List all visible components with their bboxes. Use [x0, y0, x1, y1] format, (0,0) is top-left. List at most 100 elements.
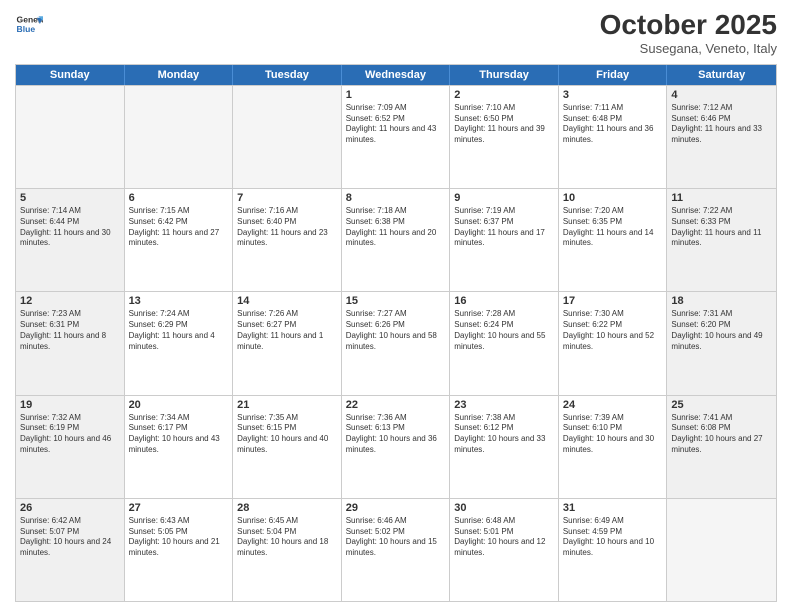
calendar-cell: 31 Sunrise: 6:49 AM Sunset: 4:59 PM Dayli…: [559, 499, 668, 601]
day-number: 31: [563, 502, 663, 514]
location-subtitle: Susegana, Veneto, Italy: [600, 41, 777, 56]
svg-text:Blue: Blue: [17, 24, 36, 34]
calendar-cell: 12Sunrise: 7:23 AM Sunset: 6:31 PM Dayli…: [16, 292, 125, 394]
calendar-row: 1Sunrise: 7:09 AM Sunset: 6:52 PM Daylig…: [16, 85, 776, 188]
day-number: 5: [20, 192, 120, 204]
calendar-row: 12Sunrise: 7:23 AM Sunset: 6:31 PM Dayli…: [16, 291, 776, 394]
calendar-cell: [125, 86, 234, 188]
calendar-cell: 2 Sunrise: 7:10 AM Sunset: 6:50 PM Daylig…: [450, 86, 559, 188]
cell-info: Sunrise: 7:36 AM Sunset: 6:13 PM Dayligh…: [346, 413, 446, 456]
cell-info: Sunrise: 6:48 AM Sunset: 5:01 PM Dayligh…: [454, 516, 554, 559]
calendar-cell: [667, 499, 776, 601]
day-number: 7: [237, 192, 337, 204]
day-number: 15: [346, 295, 446, 307]
day-number: 13: [129, 295, 229, 307]
cell-info: Sunrise: 7:20 AM Sunset: 6:35 PM Dayligh…: [563, 206, 663, 249]
calendar-cell: 22 Sunrise: 7:36 AM Sunset: 6:13 PM Dayli…: [342, 396, 451, 498]
calendar-cell: 26 Sunrise: 6:42 AM Sunset: 5:07 PM Dayli…: [16, 499, 125, 601]
calendar-body: 1Sunrise: 7:09 AM Sunset: 6:52 PM Daylig…: [16, 85, 776, 601]
day-number: 16: [454, 295, 554, 307]
weekday-header: Wednesday: [342, 65, 451, 85]
weekday-header: Sunday: [16, 65, 125, 85]
calendar-cell: 18Sunrise: 7:31 AM Sunset: 6:20 PM Dayli…: [667, 292, 776, 394]
day-number: 19: [20, 399, 120, 411]
weekday-header: Friday: [559, 65, 668, 85]
calendar-cell: 20Sunrise: 7:34 AM Sunset: 6:17 PM Dayli…: [125, 396, 234, 498]
calendar-cell: 30 Sunrise: 6:48 AM Sunset: 5:01 PM Dayli…: [450, 499, 559, 601]
day-number: 22: [346, 399, 446, 411]
day-number: 27: [129, 502, 229, 514]
cell-info: Sunrise: 6:45 AM Sunset: 5:04 PM Dayligh…: [237, 516, 337, 559]
calendar-cell: 13 Sunrise: 7:24 AM Sunset: 6:29 PM Dayli…: [125, 292, 234, 394]
cell-info: Sunrise: 7:12 AM Sunset: 6:46 PM Dayligh…: [671, 103, 772, 146]
weekday-header: Monday: [125, 65, 234, 85]
calendar-cell: 14Sunrise: 7:26 AM Sunset: 6:27 PM Dayli…: [233, 292, 342, 394]
cell-info: Sunrise: 7:11 AM Sunset: 6:48 PM Dayligh…: [563, 103, 663, 146]
cell-info: Sunrise: 6:42 AM Sunset: 5:07 PM Dayligh…: [20, 516, 120, 559]
calendar-cell: 4 Sunrise: 7:12 AM Sunset: 6:46 PM Daylig…: [667, 86, 776, 188]
calendar-cell: 5 Sunrise: 7:14 AM Sunset: 6:44 PM Daylig…: [16, 189, 125, 291]
calendar-cell: 25Sunrise: 7:41 AM Sunset: 6:08 PM Dayli…: [667, 396, 776, 498]
day-number: 30: [454, 502, 554, 514]
calendar-cell: 6 Sunrise: 7:15 AM Sunset: 6:42 PM Daylig…: [125, 189, 234, 291]
cell-info: Sunrise: 6:49 AM Sunset: 4:59 PM Dayligh…: [563, 516, 663, 559]
day-number: 8: [346, 192, 446, 204]
cell-info: Sunrise: 7:24 AM Sunset: 6:29 PM Dayligh…: [129, 309, 229, 352]
calendar-cell: 15 Sunrise: 7:27 AM Sunset: 6:26 PM Dayli…: [342, 292, 451, 394]
logo: General Blue: [15, 10, 43, 38]
day-number: 2: [454, 89, 554, 101]
calendar-cell: [16, 86, 125, 188]
logo-icon: General Blue: [15, 10, 43, 38]
calendar-cell: 7 Sunrise: 7:16 AM Sunset: 6:40 PM Daylig…: [233, 189, 342, 291]
calendar-cell: 10 Sunrise: 7:20 AM Sunset: 6:35 PM Dayli…: [559, 189, 668, 291]
calendar: SundayMondayTuesdayWednesdayThursdayFrid…: [15, 64, 777, 602]
day-number: 3: [563, 89, 663, 101]
day-number: 28: [237, 502, 337, 514]
day-number: 20: [129, 399, 229, 411]
calendar-header: SundayMondayTuesdayWednesdayThursdayFrid…: [16, 65, 776, 85]
day-number: 21: [237, 399, 337, 411]
calendar-row: 19Sunrise: 7:32 AM Sunset: 6:19 PM Dayli…: [16, 395, 776, 498]
cell-info: Sunrise: 6:46 AM Sunset: 5:02 PM Dayligh…: [346, 516, 446, 559]
calendar-cell: 8 Sunrise: 7:18 AM Sunset: 6:38 PM Daylig…: [342, 189, 451, 291]
cell-info: Sunrise: 7:31 AM Sunset: 6:20 PM Dayligh…: [671, 309, 772, 352]
cell-info: Sunrise: 7:18 AM Sunset: 6:38 PM Dayligh…: [346, 206, 446, 249]
day-number: 4: [671, 89, 772, 101]
day-number: 26: [20, 502, 120, 514]
cell-info: Sunrise: 7:39 AM Sunset: 6:10 PM Dayligh…: [563, 413, 663, 456]
cell-info: Sunrise: 7:41 AM Sunset: 6:08 PM Dayligh…: [671, 413, 772, 456]
cell-info: Sunrise: 7:27 AM Sunset: 6:26 PM Dayligh…: [346, 309, 446, 352]
day-number: 29: [346, 502, 446, 514]
calendar-cell: 24 Sunrise: 7:39 AM Sunset: 6:10 PM Dayli…: [559, 396, 668, 498]
day-number: 17: [563, 295, 663, 307]
calendar-cell: 17Sunrise: 7:30 AM Sunset: 6:22 PM Dayli…: [559, 292, 668, 394]
calendar-cell: 3 Sunrise: 7:11 AM Sunset: 6:48 PM Daylig…: [559, 86, 668, 188]
cell-info: Sunrise: 7:19 AM Sunset: 6:37 PM Dayligh…: [454, 206, 554, 249]
cell-info: Sunrise: 7:14 AM Sunset: 6:44 PM Dayligh…: [20, 206, 120, 249]
day-number: 6: [129, 192, 229, 204]
calendar-cell: 1Sunrise: 7:09 AM Sunset: 6:52 PM Daylig…: [342, 86, 451, 188]
cell-info: Sunrise: 7:16 AM Sunset: 6:40 PM Dayligh…: [237, 206, 337, 249]
calendar-cell: 28 Sunrise: 6:45 AM Sunset: 5:04 PM Dayli…: [233, 499, 342, 601]
cell-info: Sunrise: 7:28 AM Sunset: 6:24 PM Dayligh…: [454, 309, 554, 352]
title-block: October 2025 Susegana, Veneto, Italy: [600, 10, 777, 56]
cell-info: Sunrise: 7:23 AM Sunset: 6:31 PM Dayligh…: [20, 309, 120, 352]
calendar-cell: 16 Sunrise: 7:28 AM Sunset: 6:24 PM Dayli…: [450, 292, 559, 394]
cell-info: Sunrise: 7:15 AM Sunset: 6:42 PM Dayligh…: [129, 206, 229, 249]
calendar-cell: 9 Sunrise: 7:19 AM Sunset: 6:37 PM Daylig…: [450, 189, 559, 291]
calendar-cell: 23Sunrise: 7:38 AM Sunset: 6:12 PM Dayli…: [450, 396, 559, 498]
calendar-cell: 21Sunrise: 7:35 AM Sunset: 6:15 PM Dayli…: [233, 396, 342, 498]
cell-info: Sunrise: 7:38 AM Sunset: 6:12 PM Dayligh…: [454, 413, 554, 456]
cell-info: Sunrise: 7:09 AM Sunset: 6:52 PM Dayligh…: [346, 103, 446, 146]
weekday-header: Tuesday: [233, 65, 342, 85]
header: General Blue October 2025 Susegana, Vene…: [15, 10, 777, 56]
calendar-cell: 27Sunrise: 6:43 AM Sunset: 5:05 PM Dayli…: [125, 499, 234, 601]
calendar-cell: 29 Sunrise: 6:46 AM Sunset: 5:02 PM Dayli…: [342, 499, 451, 601]
cell-info: Sunrise: 7:10 AM Sunset: 6:50 PM Dayligh…: [454, 103, 554, 146]
cell-info: Sunrise: 7:26 AM Sunset: 6:27 PM Dayligh…: [237, 309, 337, 352]
day-number: 24: [563, 399, 663, 411]
day-number: 9: [454, 192, 554, 204]
day-number: 10: [563, 192, 663, 204]
cell-info: Sunrise: 7:22 AM Sunset: 6:33 PM Dayligh…: [671, 206, 772, 249]
weekday-header: Thursday: [450, 65, 559, 85]
